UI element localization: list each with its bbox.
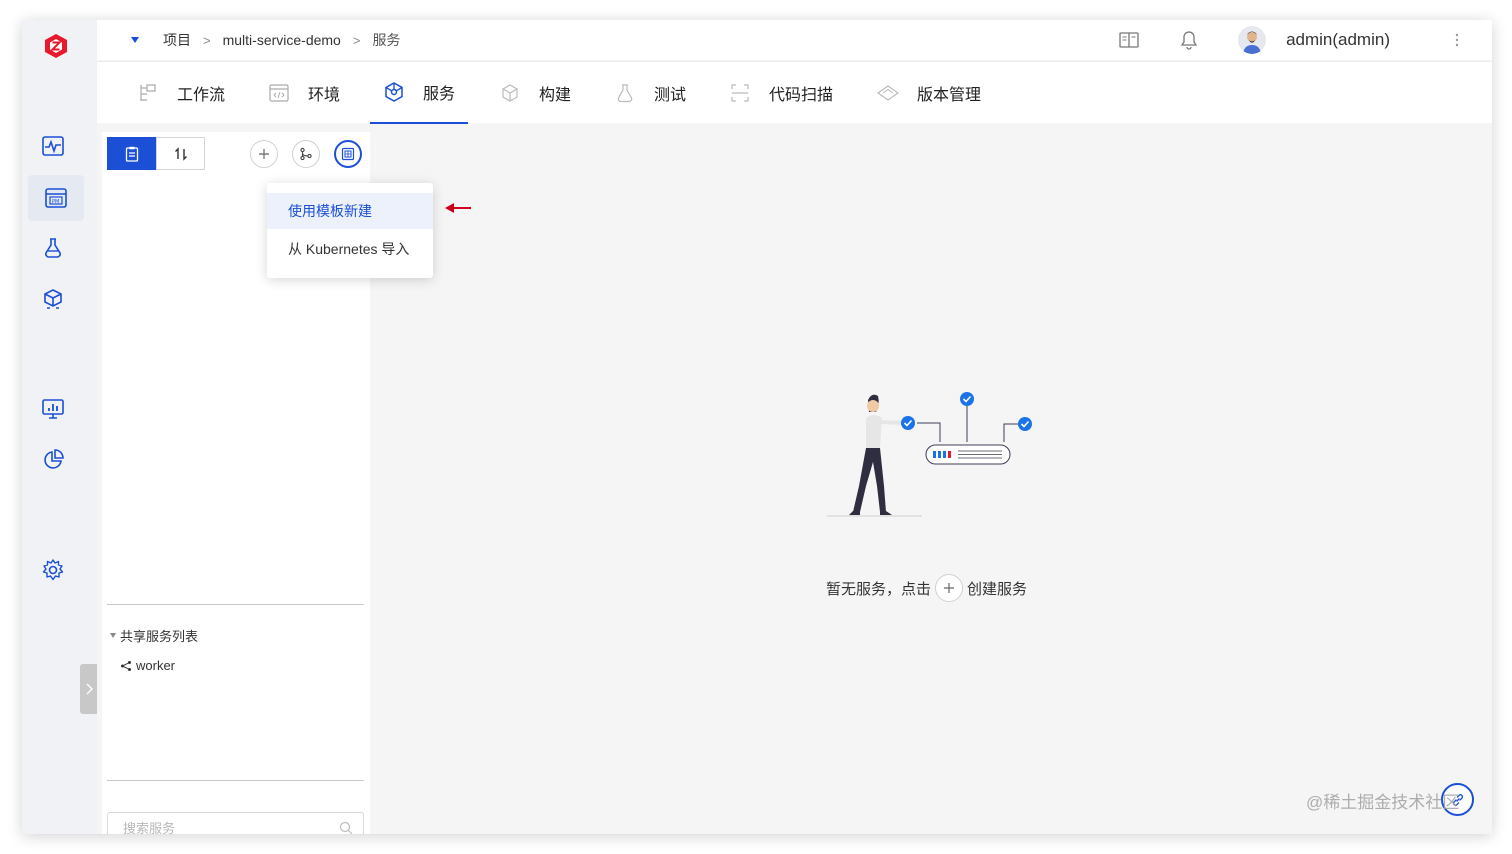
workflow-icon bbox=[137, 82, 159, 104]
git-branch-icon bbox=[300, 147, 312, 161]
version-icon bbox=[877, 82, 899, 104]
gear-icon[interactable] bbox=[36, 553, 70, 587]
sort-icon bbox=[174, 146, 187, 161]
tab-environment[interactable]: 环境 bbox=[268, 62, 340, 124]
app-window: PM 项目 > multi-service-demo > 服务 admin(ad… bbox=[22, 20, 1492, 834]
tab-test[interactable]: 测试 bbox=[614, 62, 686, 124]
git-branch-button[interactable] bbox=[292, 140, 320, 168]
empty-state-message: 暂无服务，点击 创建服务 bbox=[826, 574, 1027, 602]
zadig-logo-icon[interactable] bbox=[42, 32, 70, 60]
shared-service-name: worker bbox=[136, 658, 176, 673]
tab-code-scan[interactable]: 代码扫描 bbox=[729, 62, 833, 124]
template-icon bbox=[341, 147, 355, 161]
collapse-triangle-icon bbox=[110, 633, 116, 638]
template-dropdown-menu: 使用模板新建 从 Kubernetes 导入 bbox=[267, 183, 433, 278]
more-icon[interactable] bbox=[1446, 29, 1468, 51]
tab-label: 工作流 bbox=[177, 87, 226, 104]
panel-divider bbox=[107, 604, 364, 605]
scan-icon bbox=[729, 82, 751, 104]
watermark: @稀土掘金技术社区 bbox=[1306, 793, 1460, 812]
test-icon bbox=[614, 82, 636, 104]
search-icon bbox=[339, 821, 353, 834]
list-view-icon bbox=[125, 146, 138, 162]
pie-chart-icon[interactable] bbox=[36, 443, 70, 477]
create-service-inline-button[interactable] bbox=[935, 574, 964, 602]
avatar[interactable] bbox=[1238, 26, 1267, 54]
shared-list-label: 共享服务列表 bbox=[120, 629, 199, 644]
tab-label: 服务 bbox=[423, 86, 456, 103]
view-toggle bbox=[107, 137, 205, 170]
username[interactable]: admin(admin) bbox=[1286, 30, 1390, 50]
menu-item-import-kubernetes[interactable]: 从 Kubernetes 导入 bbox=[267, 231, 433, 267]
tab-version[interactable]: 版本管理 bbox=[877, 62, 981, 124]
project-switch-caret-icon[interactable] bbox=[131, 37, 139, 43]
bell-icon[interactable] bbox=[1178, 29, 1200, 51]
book-icon[interactable] bbox=[1118, 29, 1140, 51]
search-input[interactable] bbox=[123, 813, 333, 834]
top-bar: 项目 > multi-service-demo > 服务 admin(admin… bbox=[97, 20, 1492, 60]
tab-label: 测试 bbox=[654, 87, 687, 104]
shared-service-list-title[interactable]: 共享服务列表 bbox=[110, 626, 198, 645]
empty-state-illustration bbox=[827, 392, 1032, 517]
breadcrumb-separator: > bbox=[352, 32, 361, 48]
sort-button[interactable] bbox=[156, 137, 205, 170]
breadcrumb: 项目 > multi-service-demo > 服务 bbox=[127, 30, 400, 50]
search-service-field[interactable] bbox=[107, 812, 364, 834]
share-icon bbox=[121, 660, 131, 671]
breadcrumb-item-projects[interactable]: 项目 bbox=[163, 30, 191, 50]
environment-icon bbox=[268, 82, 290, 104]
tab-label: 版本管理 bbox=[917, 87, 982, 104]
shared-service-item[interactable]: worker bbox=[120, 658, 175, 673]
add-icon bbox=[259, 149, 269, 159]
module-tabs: 工作流 环境 服务 构建 测试 代码扫描 版本管理 bbox=[97, 61, 1492, 124]
breadcrumb-item-project[interactable]: multi-service-demo bbox=[223, 32, 341, 48]
tab-build[interactable]: 构建 bbox=[499, 62, 571, 124]
add-service-button[interactable] bbox=[250, 140, 278, 168]
breadcrumb-item-current: 服务 bbox=[372, 32, 401, 48]
project-pm-icon[interactable]: PM bbox=[28, 175, 84, 221]
panel-divider bbox=[107, 780, 364, 781]
chevron-right-icon bbox=[86, 683, 93, 695]
flask-icon[interactable] bbox=[36, 231, 70, 265]
header-actions: admin(admin) bbox=[1118, 20, 1492, 60]
artifact-box-icon[interactable] bbox=[36, 282, 70, 316]
template-button[interactable] bbox=[334, 140, 362, 168]
panel-expand-handle[interactable] bbox=[80, 664, 97, 714]
tab-workflow[interactable]: 工作流 bbox=[137, 62, 225, 124]
add-icon bbox=[944, 583, 955, 593]
service-icon bbox=[383, 81, 405, 103]
monitor-chart-icon[interactable] bbox=[36, 392, 70, 426]
breadcrumb-separator: > bbox=[203, 32, 211, 48]
build-icon bbox=[499, 82, 521, 104]
tab-label: 代码扫描 bbox=[769, 87, 834, 104]
menu-item-create-from-template[interactable]: 使用模板新建 bbox=[267, 193, 433, 229]
tab-label: 环境 bbox=[308, 87, 341, 104]
tab-label: 构建 bbox=[539, 87, 572, 104]
svg-text:PM: PM bbox=[52, 199, 59, 205]
activity-icon[interactable] bbox=[36, 129, 70, 163]
list-view-button[interactable] bbox=[107, 137, 156, 170]
empty-text-before: 暂无服务，点击 bbox=[826, 580, 932, 598]
empty-text-after: 创建服务 bbox=[967, 580, 1028, 598]
annotation-arrow-icon bbox=[445, 203, 471, 213]
tab-service[interactable]: 服务 bbox=[370, 62, 469, 124]
